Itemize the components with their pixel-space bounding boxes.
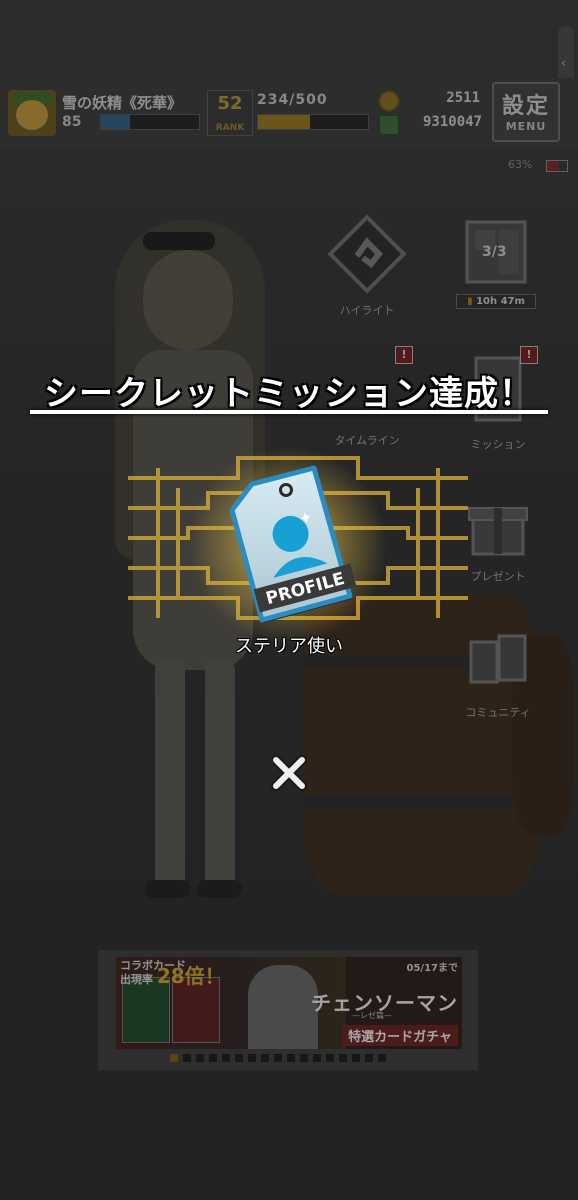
close-icon[interactable]: [266, 750, 312, 796]
home-screen: ‹ 雪の妖精《死華》 85 52 RANK 234/500 2511 93100…: [0, 0, 578, 1200]
profile-tag-icon: ✦ PROFILE: [229, 465, 357, 623]
title-underline: [30, 410, 548, 414]
mission-complete-title: シークレットミッション達成！: [44, 374, 534, 414]
reward-name: ステリア使い: [235, 636, 343, 657]
